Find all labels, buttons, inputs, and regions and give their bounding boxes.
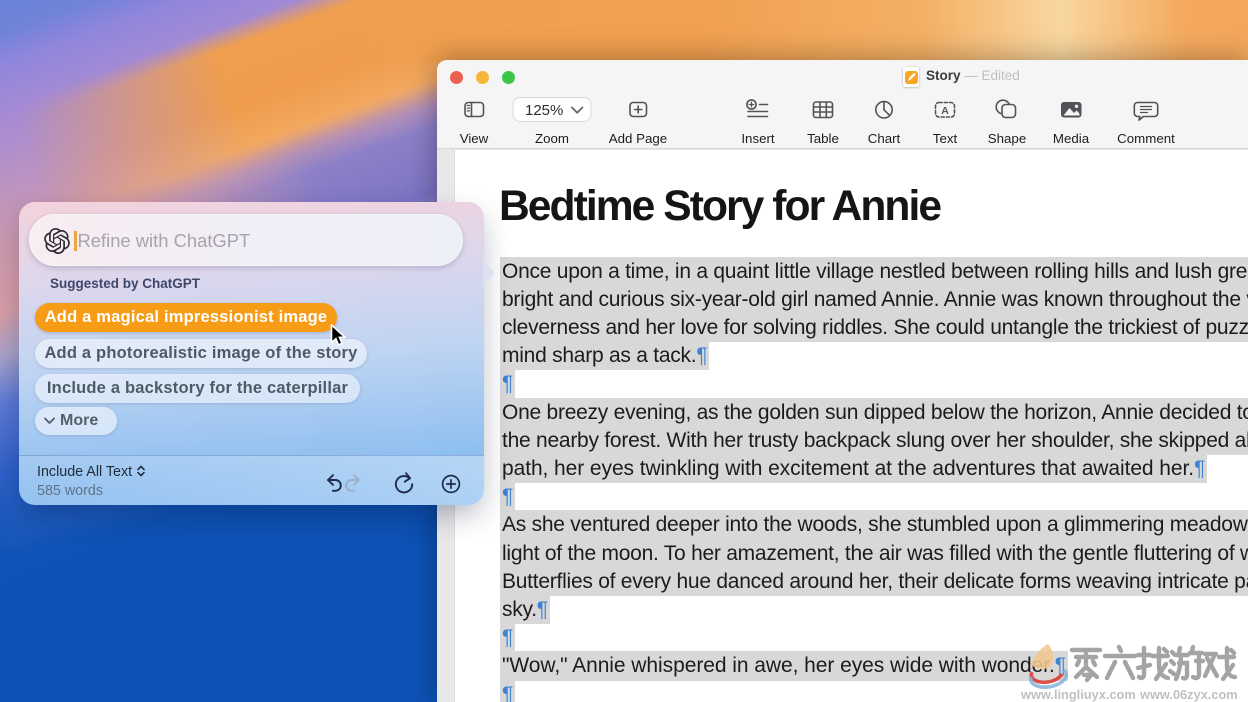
svg-text:Insert: Insert [741,131,775,146]
svg-text:Chart: Chart [868,131,901,146]
svg-text:Zoom: Zoom [535,131,569,146]
svg-text:Text: Text [933,131,958,146]
svg-text:Table: Table [807,131,839,146]
svg-text:www.06zyx.com: www.06zyx.com [1139,687,1238,702]
svg-text:Shape: Shape [988,131,1026,146]
svg-text:Comment: Comment [1117,131,1175,146]
svg-text:View: View [460,131,489,146]
svg-text:A: A [941,105,949,117]
svg-text:Add Page: Add Page [609,131,667,146]
svg-text:125%: 125% [525,102,563,119]
svg-text:www.lingliuyx.com: www.lingliuyx.com [1020,687,1136,702]
svg-text:Media: Media [1053,131,1090,146]
